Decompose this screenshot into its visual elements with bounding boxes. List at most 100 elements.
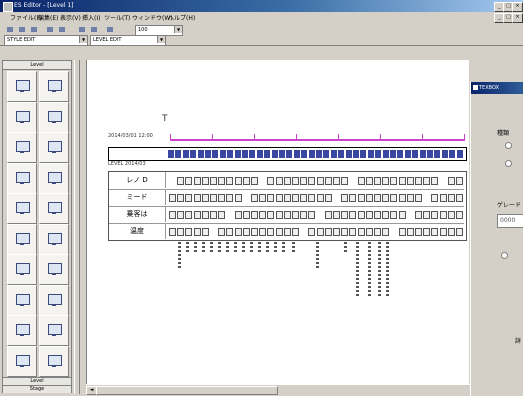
grid-mark[interactable] <box>316 177 324 185</box>
grid-mark[interactable] <box>415 194 422 202</box>
palette-item[interactable] <box>39 254 69 285</box>
dialog-radio-1[interactable] <box>505 142 512 149</box>
grid-mark[interactable] <box>431 177 439 185</box>
grid-mark[interactable] <box>349 194 357 202</box>
grid-mark[interactable] <box>382 211 390 219</box>
grid-mark[interactable] <box>357 228 365 236</box>
grid-mark[interactable] <box>251 177 258 185</box>
palette-item[interactable] <box>7 162 37 194</box>
grid-mark[interactable] <box>267 228 275 236</box>
grid-mark[interactable] <box>177 211 185 219</box>
grid-mark[interactable] <box>193 177 201 185</box>
grid-mark[interactable] <box>292 228 299 236</box>
grid-mark[interactable] <box>300 211 308 219</box>
horizontal-scrollbar[interactable]: ◄ <box>86 384 523 395</box>
palette-item[interactable] <box>39 223 69 255</box>
grid-row[interactable]: 乗客は <box>109 206 464 224</box>
grid-mark[interactable] <box>390 211 398 219</box>
grid-mark[interactable] <box>333 228 340 236</box>
palette-item[interactable] <box>39 132 69 163</box>
grid-mark[interactable] <box>398 228 406 236</box>
grid-mark[interactable] <box>349 228 357 236</box>
grid-mark[interactable] <box>177 228 185 236</box>
grid-mark[interactable] <box>185 177 193 185</box>
dialog-field-input[interactable]: 0000 <box>497 214 523 228</box>
grid-row[interactable]: レノ D <box>109 172 464 190</box>
grid-mark[interactable] <box>275 228 283 236</box>
grid-mark[interactable] <box>185 211 193 219</box>
grid-mark[interactable] <box>398 177 406 185</box>
palette-item[interactable] <box>7 345 37 377</box>
grid-mark[interactable] <box>324 228 332 236</box>
grid-mark[interactable] <box>193 228 201 236</box>
grid-mark[interactable] <box>259 211 267 219</box>
menu-edit[interactable]: 編集(E) <box>38 13 58 22</box>
view-combo[interactable]: LEVEL EDIT ▼ <box>90 35 166 46</box>
grid-mark[interactable] <box>374 228 381 236</box>
menu-tools[interactable]: ツール(T) <box>104 13 130 22</box>
grid-mark[interactable] <box>292 177 299 185</box>
grid-mark[interactable] <box>406 194 414 202</box>
grid-row[interactable]: ミード <box>109 189 464 207</box>
grid-mark[interactable] <box>251 228 258 236</box>
palette-item[interactable] <box>7 101 37 133</box>
grid-mark[interactable] <box>431 211 439 219</box>
grid-mark[interactable] <box>365 211 373 219</box>
grid-mark[interactable] <box>374 194 381 202</box>
grid-mark[interactable] <box>275 177 283 185</box>
grid-mark[interactable] <box>390 177 398 185</box>
grid-mark[interactable] <box>415 177 422 185</box>
grid-mark[interactable] <box>365 228 373 236</box>
grid-mark[interactable] <box>382 194 390 202</box>
grid-mark[interactable] <box>259 228 267 236</box>
grid-mark[interactable] <box>333 177 340 185</box>
grid-mark[interactable] <box>300 177 308 185</box>
grid-mark[interactable] <box>447 177 455 185</box>
grid-mark[interactable] <box>201 177 209 185</box>
grid-mark[interactable] <box>283 228 291 236</box>
grid-mark[interactable] <box>341 177 349 185</box>
grid-mark[interactable] <box>431 228 439 236</box>
grid-mark[interactable] <box>210 177 217 185</box>
palette-item[interactable] <box>7 223 37 255</box>
menu-help[interactable]: ヘルプ(H) <box>168 13 195 22</box>
grid-mark[interactable] <box>365 194 373 202</box>
grid-mark[interactable] <box>308 194 316 202</box>
grid-mark[interactable] <box>308 177 316 185</box>
grid-mark[interactable] <box>218 194 226 202</box>
dialog-radio-2[interactable] <box>505 160 512 167</box>
grid-mark[interactable] <box>341 194 349 202</box>
grid-mark[interactable] <box>226 177 234 185</box>
grid-mark[interactable] <box>251 211 258 219</box>
grid-mark[interactable] <box>333 211 340 219</box>
palette-footer-stage[interactable]: Stage <box>3 385 71 393</box>
splitter[interactable] <box>74 60 80 394</box>
grid-mark[interactable] <box>242 228 250 236</box>
grid-mark[interactable] <box>398 211 406 219</box>
palette-item[interactable] <box>7 193 37 224</box>
grid-mark[interactable] <box>357 194 365 202</box>
dialog-title-bar[interactable]: TEXBOX <box>471 82 523 94</box>
grid-mark[interactable] <box>177 194 185 202</box>
track-grid[interactable]: レノ D ミード 乗客は 温度 <box>108 171 467 241</box>
grid-mark[interactable] <box>439 194 447 202</box>
grid-mark[interactable] <box>300 194 308 202</box>
grid-mark[interactable] <box>283 177 291 185</box>
grid-mark[interactable] <box>382 177 390 185</box>
palette-item[interactable] <box>39 71 69 102</box>
grid-mark[interactable] <box>201 194 209 202</box>
grid-mark[interactable] <box>349 211 357 219</box>
grid-mark[interactable] <box>398 194 406 202</box>
grid-mark[interactable] <box>234 228 242 236</box>
grid-mark[interactable] <box>234 194 242 202</box>
grid-mark[interactable] <box>283 211 291 219</box>
grid-mark[interactable] <box>201 211 209 219</box>
timeline-ruler[interactable] <box>170 130 465 144</box>
scroll-thumb[interactable] <box>96 386 278 395</box>
grid-mark[interactable] <box>210 211 217 219</box>
style-combo[interactable]: STYLE EDIT ▼ <box>4 35 88 46</box>
grid-mark[interactable] <box>341 228 349 236</box>
menu-view[interactable]: 表示(V) <box>60 13 81 22</box>
grid-mark[interactable] <box>226 228 234 236</box>
grid-mark[interactable] <box>316 228 324 236</box>
